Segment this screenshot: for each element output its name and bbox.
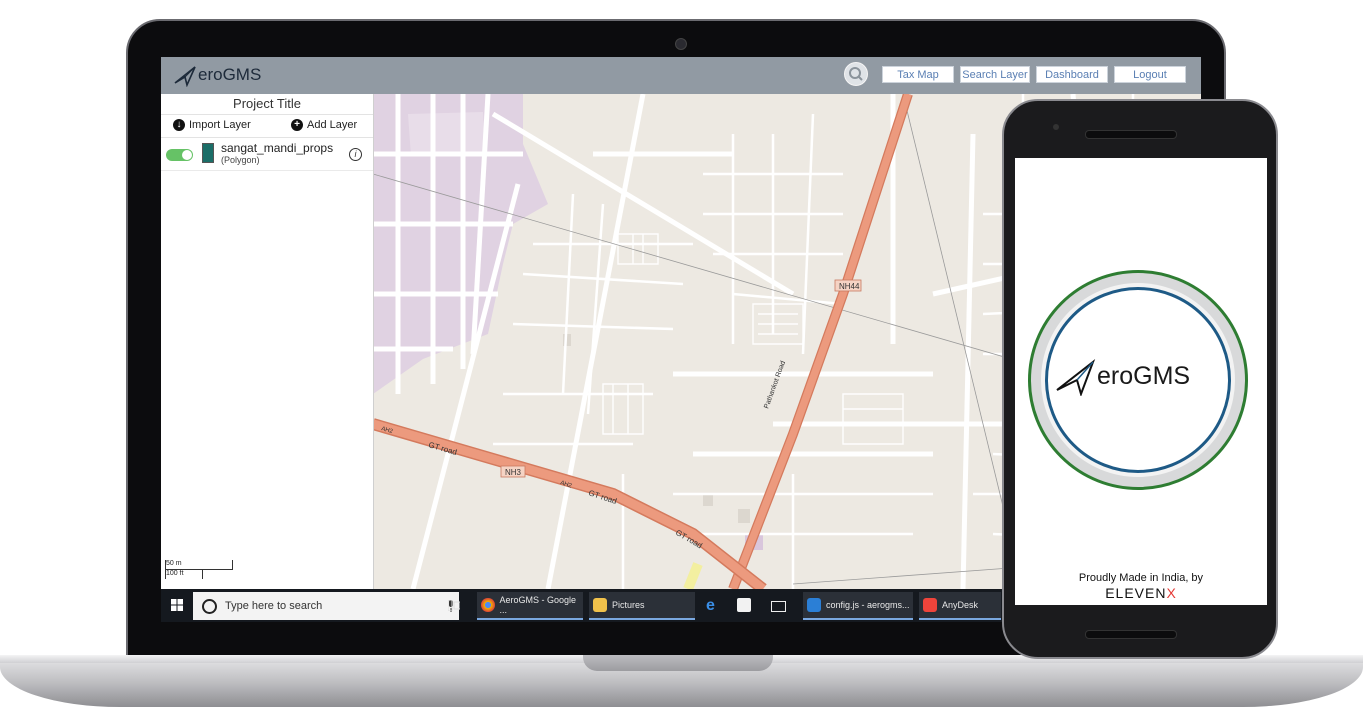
info-icon[interactable]: i [349, 148, 362, 161]
map-label-nh3: NH3 [505, 468, 522, 477]
map-scale-bar: 50 m 100 ft [165, 560, 233, 579]
nav-dashboard-button[interactable]: Dashboard [1036, 66, 1108, 83]
aerogms-splash-logo-icon [1056, 359, 1096, 396]
taskbar-app-pictures-label: Pictures [612, 600, 645, 610]
phone-speaker-top [1085, 130, 1177, 139]
taskbar-app-chrome[interactable]: AeroGMS - Google ... [477, 592, 583, 620]
cortana-circle-icon [202, 599, 217, 614]
folder-icon [593, 598, 607, 612]
layer-actions: ↓ Import Layer + Add Layer [161, 115, 373, 138]
store-icon[interactable] [737, 598, 751, 612]
taskbar-app-vscode-label: config.js - aerogms... [826, 600, 910, 610]
splash-maker: ELEVENX [1015, 585, 1267, 601]
nav-tax-map-button[interactable]: Tax Map [882, 66, 954, 83]
layer-item[interactable]: sangat_mandi_props (Polygon) i [161, 138, 373, 171]
plus-icon: + [291, 119, 303, 131]
splash-logo-text: eroGMS [1097, 361, 1191, 390]
maker-x: X [1166, 585, 1177, 601]
layer-type: (Polygon) [221, 155, 260, 165]
windows-start-icon[interactable] [171, 599, 183, 611]
layer-color-swatch[interactable] [202, 143, 214, 163]
taskbar-app-anydesk-label: AnyDesk [942, 600, 979, 610]
layer-name: sangat_mandi_props [221, 141, 334, 155]
task-view-icon[interactable] [448, 600, 460, 611]
map-label-nh44: NH44 [839, 282, 860, 291]
taskbar-search-box[interactable]: Type here to search [193, 592, 459, 620]
maker-name: ELEVEN [1105, 585, 1167, 601]
search-icon[interactable] [844, 62, 868, 86]
scale-imperial: 100 ft [165, 570, 203, 579]
aerogms-logo-icon [174, 66, 196, 87]
vscode-icon [807, 598, 821, 612]
nav-logout-button[interactable]: Logout [1114, 66, 1186, 83]
mail-icon[interactable] [771, 601, 786, 612]
phone-speaker-bottom [1085, 630, 1177, 639]
laptop-camera [675, 38, 687, 50]
anydesk-icon [923, 598, 937, 612]
edge-icon[interactable]: e [706, 597, 715, 615]
app-logo-text: eroGMS [198, 65, 262, 84]
taskbar-app-pictures[interactable]: Pictures [589, 592, 695, 620]
splash-logo: eroGMS [1055, 356, 1190, 396]
import-layer-button[interactable]: ↓ Import Layer [173, 119, 251, 131]
splash-tagline: Proudly Made in India, by [1078, 572, 1204, 584]
chrome-icon [481, 598, 495, 612]
layer-visibility-toggle[interactable] [166, 149, 193, 161]
add-layer-button[interactable]: + Add Layer [291, 119, 357, 131]
add-layer-label: Add Layer [307, 119, 358, 131]
download-icon: ↓ [173, 119, 185, 131]
project-title: Project Title [161, 94, 373, 115]
taskbar-app-vscode[interactable]: config.js - aerogms... [803, 592, 913, 620]
phone-camera [1053, 124, 1059, 130]
taskbar-search-placeholder: Type here to search [225, 600, 323, 612]
nav-search-layer-button[interactable]: Search Layer [960, 66, 1030, 83]
layers-panel: Project Title ↓ Import Layer + Add Layer… [161, 94, 374, 622]
scale-metric: 50 m [165, 560, 233, 570]
app-logo[interactable]: eroGMS [173, 61, 261, 89]
laptop-notch [583, 655, 773, 671]
taskbar-app-chrome-label: AeroGMS - Google ... [499, 595, 577, 615]
app-header: eroGMS Tax Map Search Layer Dashboard Lo… [161, 57, 1201, 94]
taskbar-app-anydesk[interactable]: AnyDesk [919, 592, 1001, 620]
import-layer-label: Import Layer [189, 119, 251, 131]
